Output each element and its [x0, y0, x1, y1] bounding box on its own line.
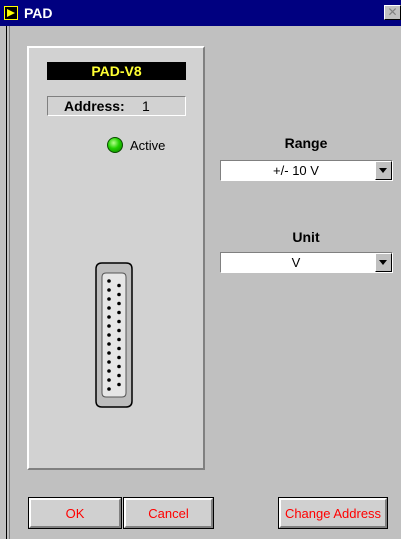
window-left-border: [0, 26, 10, 539]
connector-pin: [107, 369, 111, 373]
connector-pin: [107, 324, 111, 328]
connector-pin: [107, 333, 111, 337]
connector-pin: [107, 315, 111, 319]
app-icon: [4, 6, 18, 20]
connector-pin: [117, 328, 121, 333]
connector-pin: [117, 283, 121, 288]
connector-pin: [117, 382, 121, 387]
unit-select[interactable]: V: [220, 252, 393, 273]
connector-pin: [117, 346, 121, 351]
close-icon: ✕: [387, 5, 398, 19]
change-address-button[interactable]: Change Address: [278, 497, 388, 529]
connector-pin: [117, 355, 121, 360]
range-value: +/- 10 V: [273, 163, 319, 178]
address-value: 1: [142, 98, 150, 114]
unit-value: V: [291, 255, 301, 270]
ok-button[interactable]: OK: [28, 497, 122, 529]
connector-pin: [107, 387, 111, 391]
chevron-down-icon[interactable]: [375, 253, 392, 272]
connector-pin: [117, 301, 121, 306]
address-display: Address: 1: [47, 96, 186, 116]
active-led-icon: [107, 137, 123, 153]
range-label: Range: [284, 135, 328, 151]
range-select[interactable]: +/- 10 V: [220, 160, 393, 181]
active-label: Active: [130, 138, 166, 153]
close-button[interactable]: ✕: [384, 5, 401, 20]
connector-pin: [117, 319, 121, 324]
connector-pin: [107, 306, 111, 310]
window-title: PAD: [24, 5, 53, 21]
connector-pin: [117, 292, 121, 297]
device-name-display: PAD-V8: [47, 62, 186, 80]
cancel-button[interactable]: Cancel: [123, 497, 214, 529]
connector-pin: [107, 351, 111, 355]
address-label: Address:: [64, 98, 125, 114]
connector-pin: [107, 378, 111, 382]
db25-connector-icon: [95, 262, 133, 408]
connector-pin: [117, 310, 121, 315]
connector-pin: [117, 337, 121, 342]
connector-pin: [117, 373, 121, 378]
connector-pin: [107, 279, 111, 283]
title-bar: PAD ✕: [0, 0, 401, 26]
connector-pin: [107, 297, 111, 301]
connector-pin: [107, 342, 111, 346]
connector-pin: [107, 288, 111, 292]
connector-pin: [107, 360, 111, 364]
unit-label: Unit: [292, 229, 320, 245]
chevron-down-icon[interactable]: [375, 161, 392, 180]
connector-pin: [117, 364, 121, 369]
